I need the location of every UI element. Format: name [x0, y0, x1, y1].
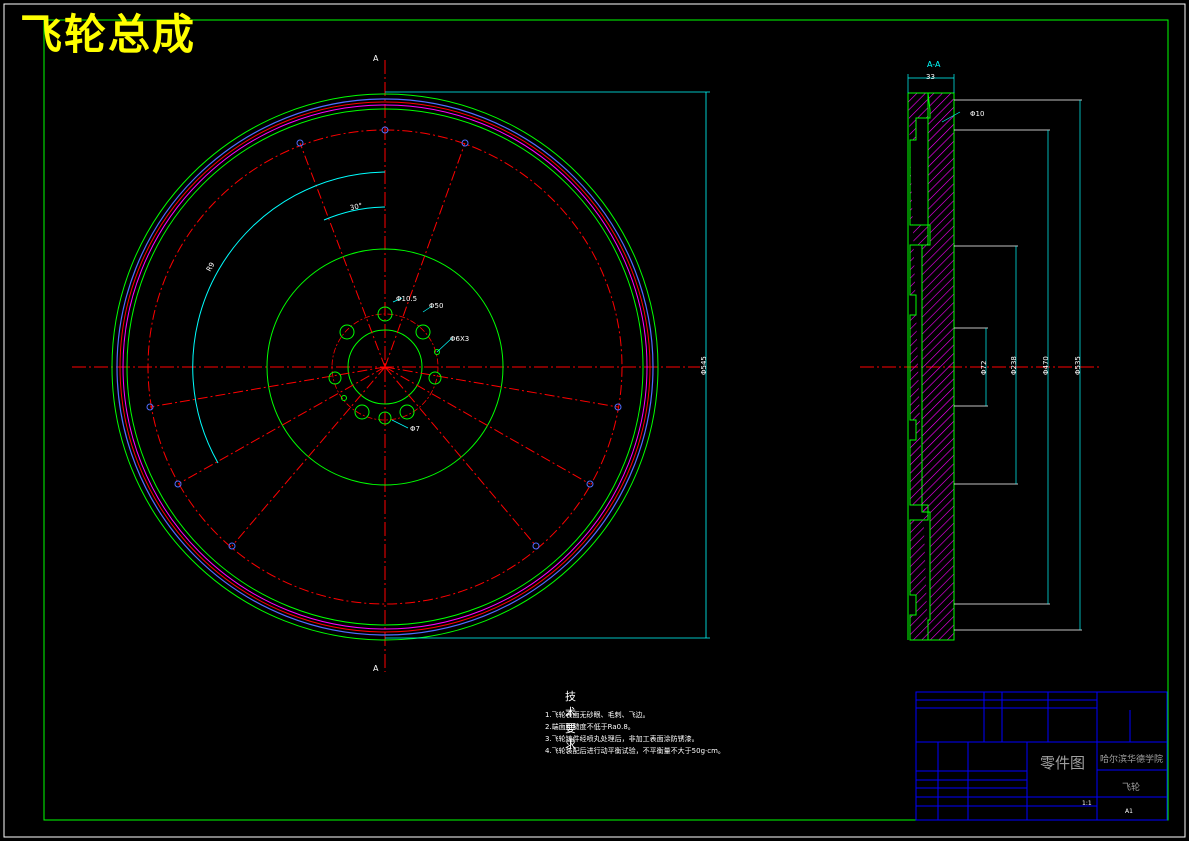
dim-side-width: 33 — [926, 73, 935, 81]
hub-hole — [339, 324, 355, 340]
section-mark-top: A — [373, 54, 379, 63]
dim-side-d4: Φ535 — [1074, 356, 1082, 375]
note-line: 3.飞轮铸件经喷丸处理后，非加工表面涂防锈漆。 — [545, 735, 699, 743]
title-block-code: A1 — [1125, 808, 1133, 815]
dim-hole-4: Φ7 — [410, 425, 420, 433]
title-block-scale: 1:1 — [1082, 800, 1092, 807]
hub-hole — [328, 371, 342, 385]
side-body — [921, 92, 955, 641]
note-line: 1.飞轮表面无砂眼、毛刺、飞边。 — [545, 711, 650, 719]
dim-hole-2: Φ50 — [429, 302, 444, 310]
section-label: A-A — [927, 60, 941, 69]
dim-hole-3: Φ6X3 — [450, 335, 470, 343]
title-block-drawing-type: 零件图 — [1040, 754, 1086, 772]
dim-side-d1: Φ72 — [980, 360, 988, 375]
hub-hole — [415, 324, 431, 340]
front-view — [72, 60, 710, 672]
dim-side-hole: Φ10 — [970, 110, 985, 118]
dim-front-outer: Φ545 — [700, 356, 708, 375]
title-block-school: 哈尔滨华德学院 — [1100, 755, 1164, 765]
radius-dim-arc — [192, 171, 386, 464]
side-section-view — [860, 74, 1100, 641]
note-line: 2.端面粗糙度不低于Ra0.8。 — [545, 723, 635, 731]
hub-hole — [428, 371, 442, 385]
drawing-title: 飞轮总成 — [20, 10, 197, 59]
note-line: 4.飞轮装配后进行动平衡试验，不平衡量不大于50g·cm。 — [545, 747, 725, 755]
dim-side-d2: Φ238 — [1010, 356, 1018, 375]
dim-hole-1: Φ10.5 — [396, 295, 418, 303]
hub-hole — [399, 404, 415, 420]
title-block-part-name: 飞轮 — [1122, 783, 1141, 793]
section-mark-bottom: A — [373, 664, 379, 673]
dim-side-d3: Φ470 — [1042, 356, 1050, 375]
